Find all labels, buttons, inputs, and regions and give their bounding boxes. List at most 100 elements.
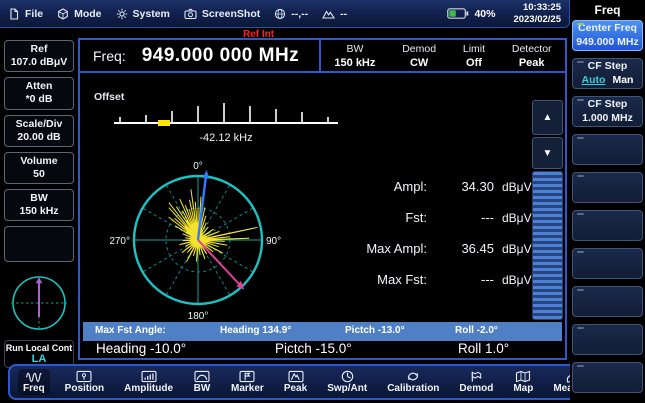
toolbar-amplitude[interactable]: Amplitude (119, 369, 178, 395)
toolbar-swp-ant[interactable]: Swp/Ant (322, 369, 372, 395)
softkey-indicator (577, 61, 584, 63)
empty-softkey[interactable] (572, 362, 643, 393)
softkey-indicator (577, 251, 584, 253)
up-arrow-icon: ▲ (543, 112, 553, 123)
toolbar-map[interactable]: Map (508, 369, 538, 395)
max-fst-angle-bar: Max Fst Angle: Heading 134.9° Pictch -13… (83, 322, 562, 341)
softkey-indicator (577, 213, 584, 215)
ref-level-button[interactable]: Ref 107.0 dBμV (4, 40, 74, 72)
file-menu-label: File (25, 8, 43, 20)
file-icon (8, 8, 20, 20)
file-menu[interactable]: File (8, 8, 43, 20)
position-icon (75, 370, 93, 383)
setting-demod: Demod CW (402, 43, 436, 69)
freq-value: 949.000 000 MHz (142, 45, 300, 67)
mode-menu[interactable]: Mode (57, 8, 101, 20)
demod-flag-icon (468, 370, 485, 383)
softkey-indicator (577, 137, 584, 139)
offset-value: -42.12 kHz (146, 132, 306, 144)
attitude-heading: Heading -10.0° (96, 341, 186, 356)
setting-bw: BW 150 kHz (334, 43, 375, 69)
empty-softkey[interactable] (4, 226, 74, 262)
globe-icon (274, 8, 286, 20)
toolbar-marker[interactable]: Marker (226, 369, 269, 395)
bearing-arrow-max (198, 240, 240, 285)
screenshot-menu[interactable]: ScreenShot (184, 8, 260, 20)
function-toolbar: Freq Position Amplitude BW Marker Peak S… (8, 364, 609, 400)
setting-limit: Limit Off (463, 43, 485, 69)
clock: 10:33:25 2023/02/25 (513, 2, 561, 26)
mode-menu-label: Mode (74, 8, 101, 20)
mini-compass (8, 271, 70, 333)
attitude-pitch: Pictch -15.0° (275, 341, 352, 356)
gps-status: --,-- (274, 8, 308, 20)
atten-button[interactable]: Atten *0 dB (4, 77, 74, 109)
date-value: 2023/02/25 (513, 14, 561, 26)
polar-label-270: 270° (110, 236, 130, 247)
toolbar-freq[interactable]: Freq (18, 369, 50, 395)
measurement-row-ampl: Ampl: 34.30 dBμV (338, 171, 536, 202)
waveform-icon (25, 370, 43, 383)
down-arrow-icon: ▼ (543, 148, 553, 159)
cf-step-value-softkey[interactable]: CF Step 1.000 MHz (572, 96, 643, 127)
max-fst-heading: Heading 134.9° (220, 325, 291, 336)
softkey-indicator (577, 365, 584, 367)
frequency-row: Freq: 949.000 000 MHz BW 150 kHz Demod C… (80, 40, 565, 73)
system-menu-label: System (133, 8, 170, 20)
offset-marker[interactable] (158, 120, 170, 126)
softkey-indicator (577, 289, 584, 291)
mode-icon (57, 8, 69, 20)
scale-div-button[interactable]: Scale/Div 20.00 dB (4, 115, 74, 147)
volume-button[interactable]: Volume 50 (4, 152, 74, 184)
softkey-panel: Freq Center Freq 949.000 MHz CF Step Aut… (570, 0, 645, 403)
left-settings-panel: Ref 107.0 dBμV Atten *0 dB Scale/Div 20.… (2, 40, 76, 368)
max-fst-pitch: Pictch -13.0° (345, 325, 405, 336)
time-value: 10:33:25 (513, 2, 561, 14)
altitude-status: -- (322, 8, 347, 20)
polar-label-180: 180° (188, 311, 209, 322)
mountain-icon (322, 8, 335, 19)
system-menu[interactable]: System (116, 8, 170, 20)
map-icon (514, 370, 532, 383)
max-fst-title: Max Fst Angle: (95, 325, 166, 336)
sweep-clock-icon (340, 370, 355, 383)
bw-button[interactable]: BW 150 kHz (4, 189, 74, 221)
cf-step-man-option[interactable]: Man (612, 74, 633, 86)
toolbar-position[interactable]: Position (60, 369, 109, 395)
measurement-row-fst: Fst: --- dBμV (338, 202, 536, 233)
toolbar-bw[interactable]: BW (188, 369, 216, 395)
battery-status: 40% (447, 8, 495, 20)
polar-label-0: 0° (193, 161, 203, 172)
empty-softkey[interactable] (572, 172, 643, 203)
empty-softkey[interactable] (572, 286, 643, 317)
softkey-indicator (577, 175, 584, 177)
measurement-panel: Ampl: 34.30 dBμV Fst: --- dBμV Max Ampl:… (338, 171, 536, 295)
center-freq-softkey[interactable]: Center Freq 949.000 MHz (572, 20, 643, 51)
analyzer-screen: File Mode System ScreenShot --,-- -- 40% (0, 0, 645, 403)
empty-softkey[interactable] (572, 248, 643, 279)
softkey-panel-title: Freq (570, 0, 645, 20)
cf-step-auto-option[interactable]: Auto (582, 74, 606, 86)
toolbar-demod[interactable]: Demod (454, 369, 498, 395)
settings-summary: BW 150 kHz Demod CW Limit Off Detector P… (321, 40, 565, 71)
bandwidth-icon (193, 370, 211, 383)
measurement-row-max-ampl: Max Ampl: 36.45 dBμV (338, 233, 536, 264)
scroll-slider[interactable] (532, 171, 563, 320)
gps-value: --,-- (291, 8, 308, 20)
scroll-down-button[interactable]: ▼ (532, 137, 563, 169)
run-state: Run Local Cont (5, 343, 73, 353)
toolbar-calibration[interactable]: Calibration (382, 369, 444, 395)
empty-softkey[interactable] (572, 134, 643, 165)
amplitude-icon (140, 370, 158, 383)
toolbar-peak[interactable]: Peak (279, 369, 312, 395)
top-menu-bar: File Mode System ScreenShot --,-- -- 40% (0, 0, 570, 28)
empty-softkey[interactable] (572, 210, 643, 241)
attitude-roll: Roll 1.0° (458, 341, 509, 356)
marker-flag-icon (238, 370, 256, 383)
empty-softkey[interactable] (572, 324, 643, 355)
cf-step-mode-softkey[interactable]: CF Step AutoMan (572, 58, 643, 89)
peak-icon (287, 370, 305, 383)
scroll-up-button[interactable]: ▲ (532, 100, 563, 135)
altitude-value: -- (340, 8, 347, 20)
gear-icon (116, 8, 128, 20)
